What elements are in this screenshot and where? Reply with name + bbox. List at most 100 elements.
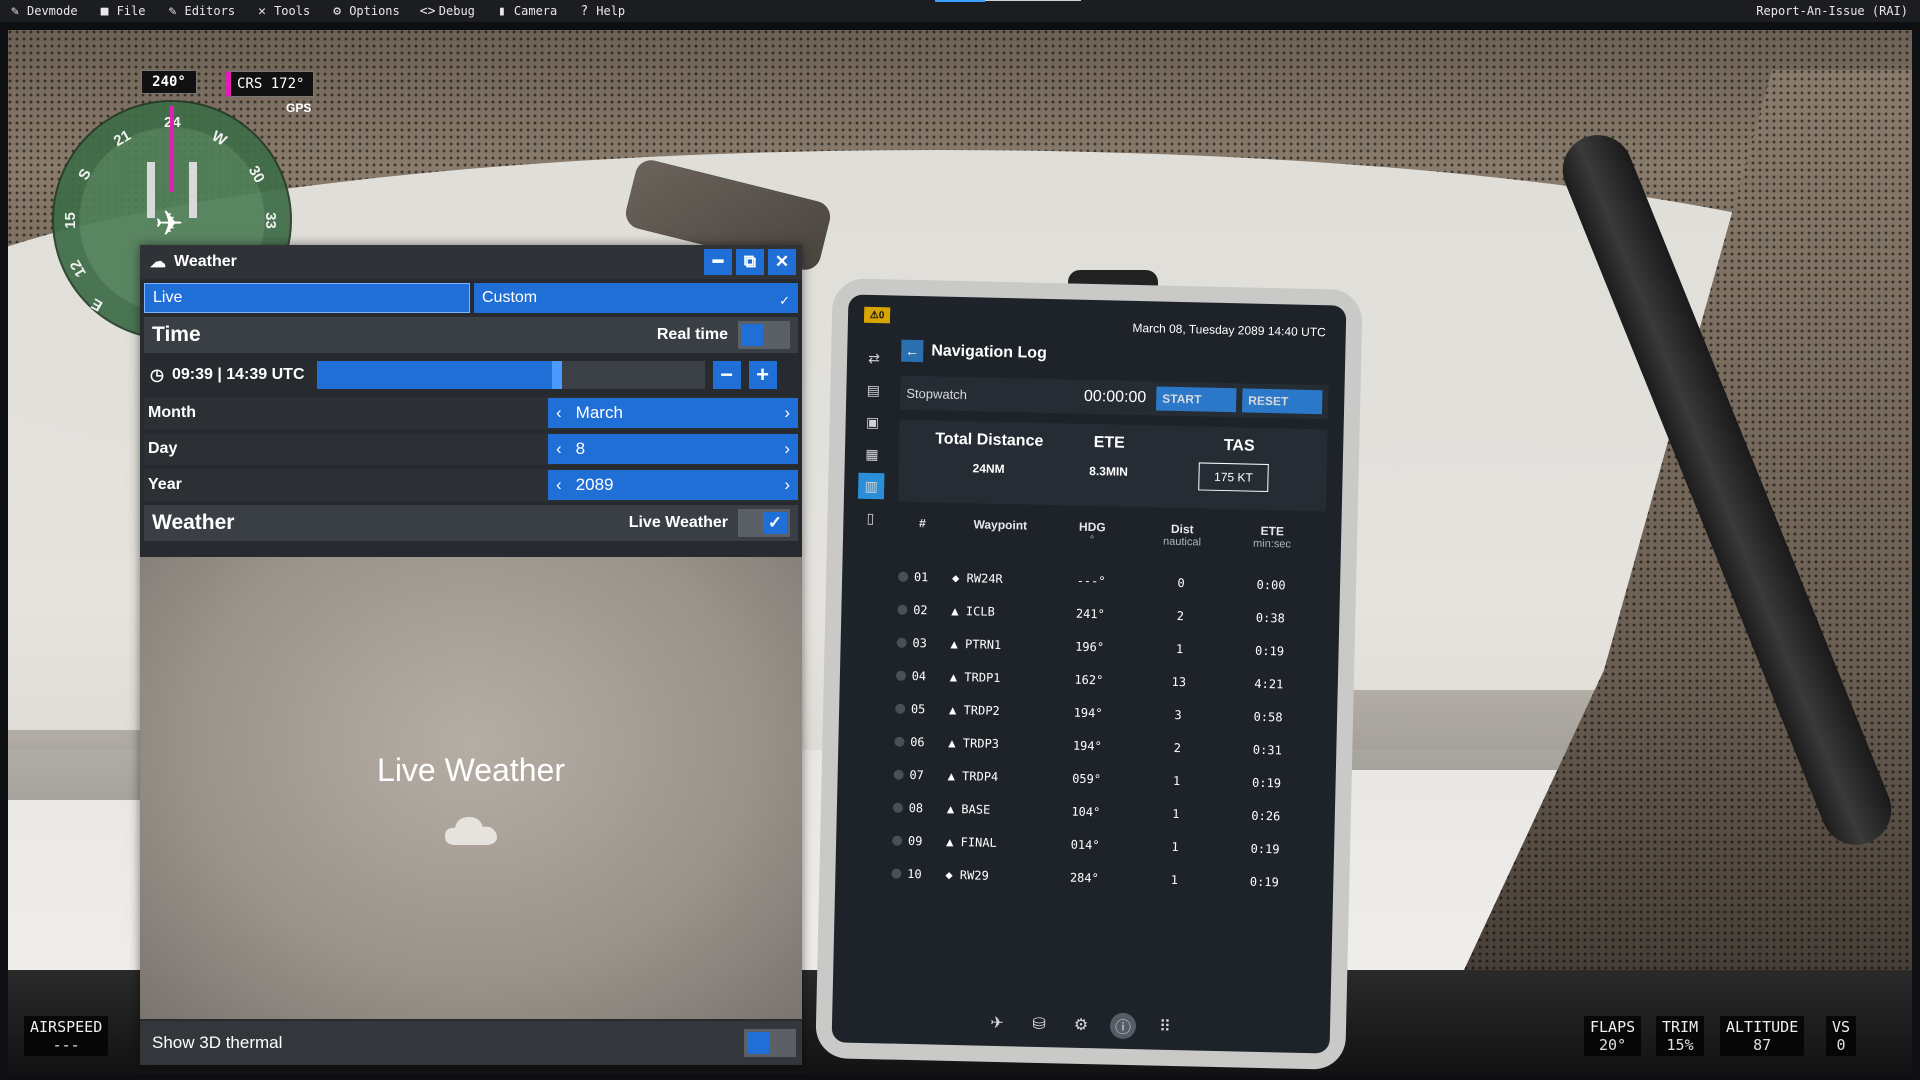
minimize-button[interactable]: ━ [704,249,732,275]
waypoint-dot [897,604,908,615]
rail-item-performance[interactable]: ▦ [859,441,886,468]
waypoint-dot [898,571,909,582]
rail-item-flightplan[interactable]: ⇄ [861,345,888,372]
clipboard-icon: ▤ [866,381,881,398]
row-ete: 0:00 [1256,577,1286,592]
warning-badge[interactable]: ⚠ 0 [863,306,891,324]
row-dist: 1 [1171,839,1179,854]
waypoint-type-icon: ▲ [951,603,959,618]
month-row: Month ‹ March › [144,397,798,429]
menu-devmode[interactable]: ✎ Devmode [0,0,88,22]
chevron-right-icon[interactable]: › [784,403,790,423]
dial-label-15: 15 [61,212,79,229]
waypoint-dot [891,868,902,879]
info-icon[interactable]: ⓘ [1109,1012,1137,1040]
minimize-icon: ━ [712,252,724,271]
row-waypoint: ◆ RW29 [945,867,989,883]
row-hdg: 196° [1075,639,1105,654]
row-hdg: 059° [1072,771,1102,786]
weather-icon[interactable]: ⛁ [1026,1011,1053,1038]
chevron-left-icon[interactable]: ‹ [556,475,562,495]
external-window-icon: ⧉ [743,252,757,271]
waypoint-type-icon: ▲ [950,636,959,651]
tab-live[interactable]: Live [144,283,470,313]
clock-icon: ◷ [150,367,164,384]
rail-item-notes[interactable]: ▯ [857,505,884,532]
row-waypoint: ▲ TRDP2 [949,702,1000,718]
row-ete: 0:19 [1251,775,1282,790]
chevron-left-icon[interactable]: ‹ [556,403,562,423]
report-issue-link[interactable]: Report-An-Issue (RAI) [1756,0,1908,22]
settings-icon[interactable]: ⚙ [1068,1012,1095,1039]
rail-item-navlog[interactable]: ▥ [857,472,885,500]
calculator-icon: ▦ [865,445,879,462]
time-slider-thumb[interactable] [552,361,563,389]
menu-help[interactable]: ? Help [567,0,635,22]
menu-tools[interactable]: ✕ Tools [245,0,320,22]
row-hdg: 241° [1075,606,1105,621]
tablet-date: March 08, Tuesday 2089 14:40 UTC [1132,320,1326,340]
col-hdg: HDG ° [1078,519,1106,547]
apps-grid-icon[interactable]: ⠿ [1152,1014,1179,1041]
day-row: Day ‹ 8 › [144,433,798,465]
month-label: Month [148,404,196,421]
efb-tablet: ⚠ 0 March 08, Tuesday 2089 14:40 UTC ⇄ ▤ … [815,278,1363,1070]
row-ete: 0:31 [1252,742,1282,757]
live-weather-toggle[interactable]: ✓ [738,509,790,537]
row-waypoint: ▲ FINAL [946,834,997,850]
weather-titlebar[interactable]: ☁ Weather ━ ⧉ ✕ [140,245,802,279]
waypoint-dot [895,703,906,714]
menu-options[interactable]: ⚙ Options [320,0,410,22]
row-ete: 0:26 [1251,808,1281,823]
row-hdg: 104° [1071,804,1101,819]
menu-file[interactable]: ■ File [88,0,156,22]
back-button[interactable]: ← [901,339,924,363]
weather-panel: ☁ Weather ━ ⧉ ✕ Live Custom ✓ Time Real t… [140,245,802,1065]
chevron-left-icon[interactable]: ‹ [556,439,562,459]
rail-item-checklist[interactable]: ▤ [860,377,887,404]
month-selector[interactable]: ‹ March › [548,398,798,428]
real-time-toggle[interactable] [738,321,790,349]
vs-readout: VS 0 [1826,1016,1857,1056]
row-waypoint: ▲ TRDP1 [949,669,1001,685]
row-waypoint: ▲ BASE [946,801,991,817]
col-dist: Dist nautical [1162,521,1202,549]
minus-icon: − [720,362,733,387]
menu-editors[interactable]: ✎ Editors [155,0,245,22]
stopwatch-row: Stopwatch 00:00:00 START RESET [899,375,1329,420]
waypoint-dot [892,802,904,813]
row-dist: 1 [1170,872,1179,887]
start-button[interactable]: START [1155,386,1237,413]
aircraft-symbol-icon: ✈ [155,205,184,243]
plus-icon: + [756,362,769,387]
popout-button[interactable]: ⧉ [736,249,764,275]
year-value: 2089 [575,475,614,494]
airspeed-readout: AIRSPEED --- [24,1016,109,1056]
rail-item-weight[interactable]: ▣ [859,409,886,436]
trim-readout: TRIM 15% [1656,1016,1705,1056]
row-waypoint: ▲ TRDP4 [947,768,999,784]
time-slider[interactable] [316,361,705,389]
time-decrease-button[interactable]: − [712,361,741,389]
reset-button[interactable]: RESET [1241,388,1323,415]
toggle-knob [747,1032,769,1054]
menu-camera[interactable]: ▮ Camera [485,0,567,22]
row-dist: 3 [1174,707,1182,722]
menubar-accent-line [935,0,985,2]
chevron-right-icon[interactable]: › [784,475,790,495]
tas-input[interactable]: 175 KT [1198,462,1269,493]
altitude-readout: ALTITUDE 87 [1720,1016,1805,1056]
time-increase-button[interactable]: + [748,361,777,389]
year-selector[interactable]: ‹ 2089 › [548,470,798,500]
tab-custom[interactable]: Custom ✓ [474,283,798,313]
show-3d-thermal-toggle[interactable] [744,1029,796,1057]
time-value: 09:39 | 14:39 UTC [171,366,305,383]
menu-debug[interactable]: <> Debug [410,0,485,22]
airplane-icon[interactable]: ✈ [984,1010,1011,1037]
close-button[interactable]: ✕ [768,249,796,275]
row-dist: 1 [1172,773,1181,788]
chevron-right-icon[interactable]: › [784,439,790,459]
tablet-dock: ✈ ⛁ ⚙ ⓘ ⠿ [832,1006,1330,1043]
arrow-left-icon: ← [905,342,920,360]
day-selector[interactable]: ‹ 8 › [548,434,798,464]
